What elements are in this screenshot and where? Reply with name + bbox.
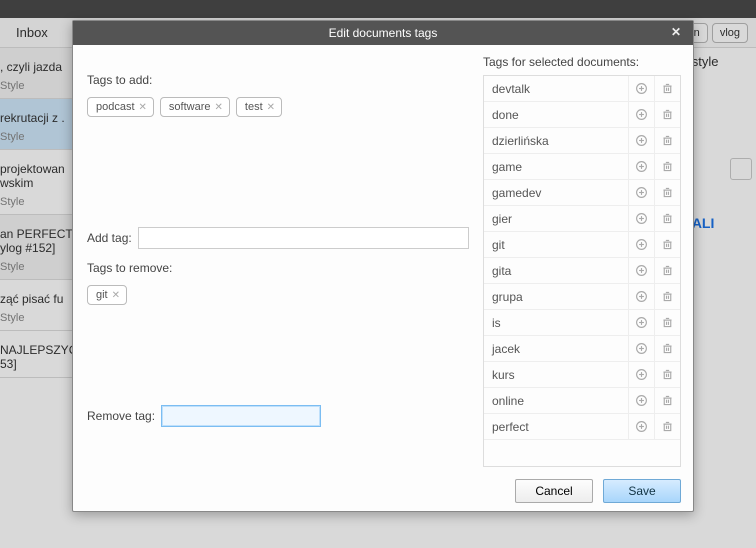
tag-chip[interactable]: podcast ✕ [87,97,154,117]
remove-tag-icon[interactable] [654,232,680,258]
remove-tag-input[interactable] [161,405,321,427]
tag-chip-label: git [96,289,108,301]
add-tag-icon[interactable] [628,336,654,362]
tag-chip[interactable]: test ✕ [236,97,282,117]
tags-to-add-row: podcast ✕ software ✕ test ✕ [87,97,469,117]
chip-remove-icon[interactable]: ✕ [267,102,275,113]
remove-tag-icon[interactable] [654,414,680,440]
tag-name: gita [484,264,628,278]
add-tag-icon[interactable] [628,310,654,336]
remove-tag-icon[interactable] [654,154,680,180]
dialog-title-bar: Edit documents tags ✕ [73,21,693,45]
tag-row: gita [484,258,680,284]
tag-name: game [484,160,628,174]
tag-chip-label: software [169,101,211,113]
tags-to-remove-row: git ✕ [87,285,469,305]
add-tag-icon[interactable] [628,362,654,388]
add-tag-icon[interactable] [628,206,654,232]
dialog-title: Edit documents tags [329,26,438,40]
tag-name: kurs [484,368,628,382]
right-column: Tags for selected documents: devtalk done… [483,55,681,467]
add-tag-icon[interactable] [628,388,654,414]
add-tag-icon[interactable] [628,102,654,128]
selected-tags-list[interactable]: devtalk done dzierlińska game gamedev gier git… [483,75,681,467]
tag-name: perfect [484,420,628,434]
tag-row: jacek [484,336,680,362]
chip-remove-icon[interactable]: ✕ [215,102,223,113]
tag-row: dzierlińska [484,128,680,154]
tag-name: devtalk [484,82,628,96]
remove-tag-icon[interactable] [654,388,680,414]
tags-to-remove-label: Tags to remove: [87,261,469,275]
left-column: Tags to add: podcast ✕ software ✕ test ✕ Add … [87,55,469,467]
close-icon[interactable]: ✕ [671,25,687,41]
tag-chip-label: podcast [96,101,135,113]
tag-name: done [484,108,628,122]
tag-row: perfect [484,414,680,440]
add-tag-icon[interactable] [628,232,654,258]
remove-tag-icon[interactable] [654,180,680,206]
tag-row: is [484,310,680,336]
add-tag-label: Add tag: [87,231,132,245]
tag-name: gamedev [484,186,628,200]
dialog-footer: Cancel Save [73,471,693,511]
chip-remove-icon[interactable]: ✕ [112,290,120,301]
tag-row: git [484,232,680,258]
remove-tag-icon[interactable] [654,128,680,154]
tag-name: jacek [484,342,628,356]
add-tag-icon[interactable] [628,284,654,310]
chip-remove-icon[interactable]: ✕ [139,102,147,113]
tag-row: game [484,154,680,180]
save-button[interactable]: Save [603,479,681,503]
tag-row: gier [484,206,680,232]
tag-row: kurs [484,362,680,388]
tag-name: gier [484,212,628,226]
edit-tags-dialog: Edit documents tags ✕ Tags to add: podca… [72,20,694,512]
remove-tag-label: Remove tag: [87,409,155,423]
tag-name: online [484,394,628,408]
tag-row: gamedev [484,180,680,206]
tag-name: dzierlińska [484,134,628,148]
tag-row: done [484,102,680,128]
add-tag-icon[interactable] [628,258,654,284]
add-tag-icon[interactable] [628,154,654,180]
add-tag-icon[interactable] [628,180,654,206]
tag-name: is [484,316,628,330]
remove-tag-icon[interactable] [654,284,680,310]
tag-row: online [484,388,680,414]
tag-row: devtalk [484,76,680,102]
remove-tag-icon[interactable] [654,102,680,128]
add-tag-icon[interactable] [628,76,654,102]
tag-name: git [484,238,628,252]
remove-tag-icon[interactable] [654,76,680,102]
remove-tag-icon[interactable] [654,258,680,284]
tag-name: grupa [484,290,628,304]
tag-chip[interactable]: git ✕ [87,285,127,305]
tag-row: grupa [484,284,680,310]
remove-tag-icon[interactable] [654,336,680,362]
selected-tags-label: Tags for selected documents: [483,55,681,69]
tag-chip-label: test [245,101,263,113]
cancel-button[interactable]: Cancel [515,479,593,503]
add-tag-icon[interactable] [628,128,654,154]
tags-to-add-label: Tags to add: [87,73,469,87]
add-tag-input[interactable] [138,227,469,249]
remove-tag-icon[interactable] [654,206,680,232]
remove-tag-icon[interactable] [654,310,680,336]
remove-tag-icon[interactable] [654,362,680,388]
add-tag-icon[interactable] [628,414,654,440]
tag-chip[interactable]: software ✕ [160,97,230,117]
